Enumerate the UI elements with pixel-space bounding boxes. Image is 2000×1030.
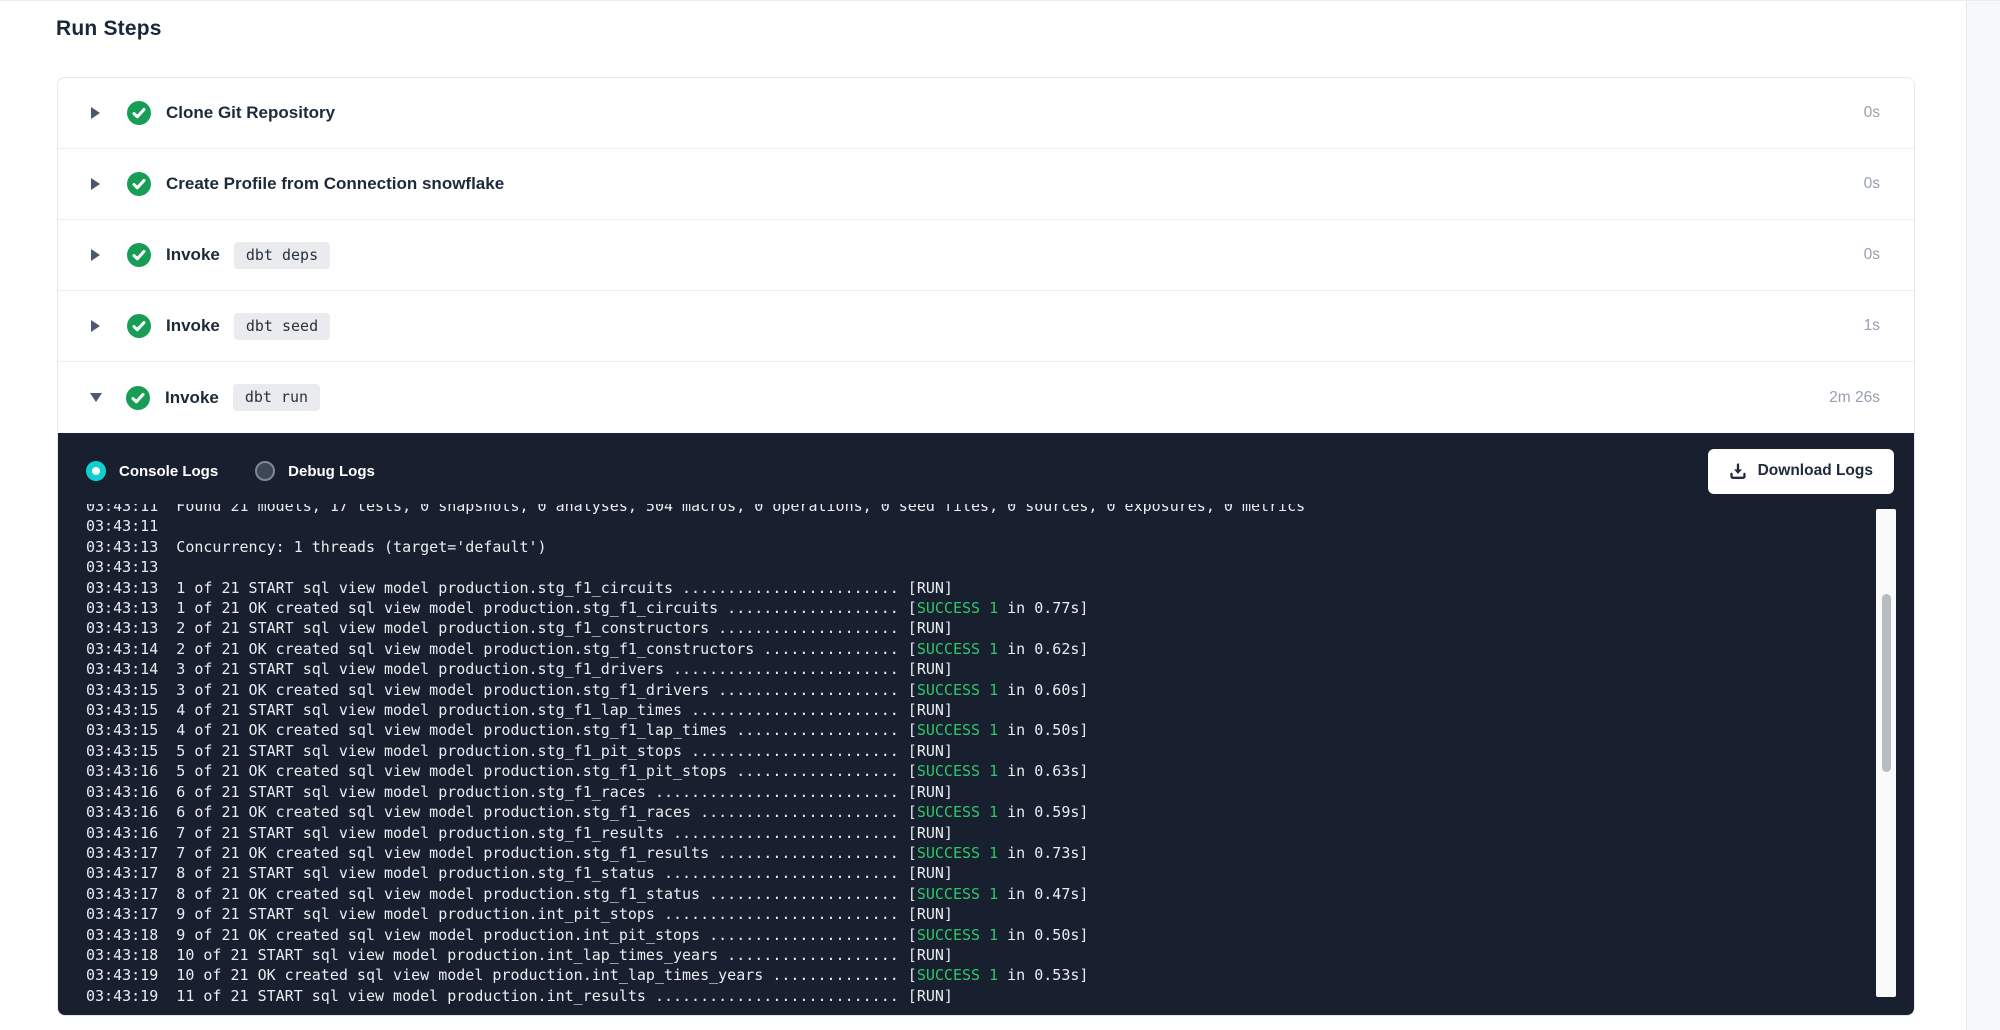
step-duration: 1s (1864, 317, 1880, 335)
log-line: 03:43:15 5 of 21 START sql view model pr… (86, 741, 1854, 761)
log-type-tabs: Console Logs Debug Logs (86, 461, 412, 481)
log-line: 03:43:19 10 of 21 OK created sql view mo… (86, 965, 1854, 985)
run-steps-list: Clone Git Repository 0s Create Profile f… (58, 78, 1914, 433)
log-line: 03:43:19 11 of 21 START sql view model p… (86, 986, 1854, 1006)
step-row-5[interactable]: Invoke dbt run 2m 26s (58, 362, 1914, 433)
chevron-right-icon[interactable] (91, 320, 100, 332)
download-icon (1729, 462, 1747, 480)
step-row-3[interactable]: Invoke dbt deps 0s (58, 220, 1914, 291)
log-line: 03:43:14 2 of 21 OK created sql view mod… (86, 639, 1854, 659)
log-line: 03:43:16 5 of 21 OK created sql view mod… (86, 761, 1854, 781)
log-line: 03:43:13 1 of 21 START sql view model pr… (86, 578, 1854, 598)
run-steps-card: Clone Git Repository 0s Create Profile f… (57, 77, 1915, 1016)
log-line: 03:43:16 6 of 21 START sql view model pr… (86, 782, 1854, 802)
step-duration: 2m 26s (1829, 389, 1880, 407)
step-duration: 0s (1864, 104, 1880, 122)
step-title: Invoke (166, 245, 220, 265)
console-header: Console Logs Debug Logs Download Logs (58, 433, 1914, 509)
step-row-4[interactable]: Invoke dbt seed 1s (58, 291, 1914, 362)
log-tab-debug-logs[interactable]: Debug Logs (255, 461, 375, 481)
log-line: 03:43:15 4 of 21 START sql view model pr… (86, 700, 1854, 720)
download-logs-button[interactable]: Download Logs (1708, 449, 1894, 494)
log-line: 03:43:16 6 of 21 OK created sql view mod… (86, 802, 1854, 822)
log-line: 03:43:17 8 of 21 START sql view model pr… (86, 863, 1854, 883)
step-row-1[interactable]: Clone Git Repository 0s (58, 78, 1914, 149)
step-command-badge: dbt run (233, 384, 320, 411)
chevron-right-icon[interactable] (91, 107, 100, 119)
console-log-output[interactable]: 03:43:11 Found 21 models, 17 tests, 0 sn… (86, 504, 1854, 1009)
step-command-badge: dbt deps (234, 242, 330, 269)
log-line: 03:43:17 7 of 21 OK created sql view mod… (86, 843, 1854, 863)
step-duration: 0s (1864, 246, 1880, 264)
page-right-gutter (1966, 1, 2000, 1030)
log-line: 03:43:16 7 of 21 START sql view model pr… (86, 823, 1854, 843)
log-line: 03:43:13 (86, 557, 1854, 577)
download-logs-label: Download Logs (1758, 462, 1873, 480)
check-circle-icon (127, 314, 151, 338)
step-row-2[interactable]: Create Profile from Connection snowflake… (58, 149, 1914, 220)
step-title: Clone Git Repository (166, 103, 335, 123)
radio-unselected-icon[interactable] (255, 461, 275, 481)
log-line: 03:43:11 Found 21 models, 17 tests, 0 sn… (86, 504, 1854, 516)
check-circle-icon (127, 101, 151, 125)
log-line: 03:43:15 4 of 21 OK created sql view mod… (86, 720, 1854, 740)
log-line: 03:43:13 2 of 21 START sql view model pr… (86, 618, 1854, 638)
log-tab-label: Console Logs (119, 463, 218, 480)
console-scrollbar[interactable] (1876, 509, 1896, 997)
chevron-right-icon[interactable] (91, 178, 100, 190)
log-line: 03:43:18 9 of 21 OK created sql view mod… (86, 925, 1854, 945)
chevron-right-icon[interactable] (91, 249, 100, 261)
chevron-down-icon[interactable] (90, 393, 102, 402)
check-circle-icon (126, 386, 150, 410)
log-line: 03:43:17 8 of 21 OK created sql view mod… (86, 884, 1854, 904)
log-line: 03:43:14 3 of 21 START sql view model pr… (86, 659, 1854, 679)
console-scrollbar-thumb[interactable] (1882, 594, 1891, 772)
step-title: Create Profile from Connection snowflake (166, 174, 504, 194)
log-line: 03:43:11 (86, 516, 1854, 536)
page-title: Run Steps (56, 17, 162, 41)
log-line: 03:43:13 Concurrency: 1 threads (target=… (86, 537, 1854, 557)
step-title: Invoke (165, 388, 219, 408)
log-line: 03:43:17 9 of 21 START sql view model pr… (86, 904, 1854, 924)
log-line: 03:43:13 1 of 21 OK created sql view mod… (86, 598, 1854, 618)
log-tab-label: Debug Logs (288, 463, 375, 480)
log-tab-console-logs[interactable]: Console Logs (86, 461, 218, 481)
radio-selected-icon[interactable] (86, 461, 106, 481)
check-circle-icon (127, 243, 151, 267)
step-command-badge: dbt seed (234, 313, 330, 340)
console-panel: Console Logs Debug Logs Download Logs 03:… (58, 433, 1914, 1015)
log-line: 03:43:18 10 of 21 START sql view model p… (86, 945, 1854, 965)
step-duration: 0s (1864, 175, 1880, 193)
check-circle-icon (127, 172, 151, 196)
step-title: Invoke (166, 316, 220, 336)
log-line: 03:43:15 3 of 21 OK created sql view mod… (86, 680, 1854, 700)
